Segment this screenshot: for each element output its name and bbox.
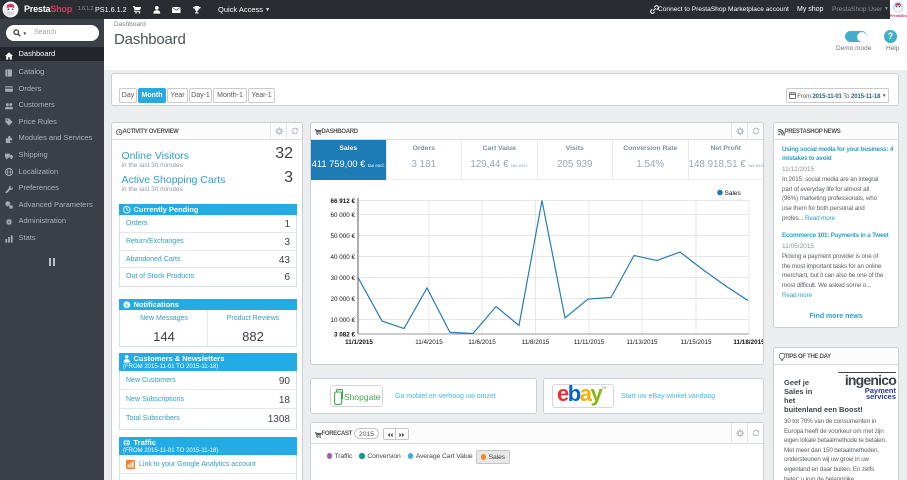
svg-text:50 000 €: 50 000 € [330, 233, 355, 240]
svg-text:11/1/2015: 11/1/2015 [345, 339, 373, 346]
svg-text:11/18/2015: 11/18/2015 [733, 339, 763, 346]
svg-text:30 000 €: 30 000 € [330, 275, 355, 282]
svg-text:11/4/2015: 11/4/2015 [415, 339, 443, 346]
svg-text:60 000 €: 60 000 € [330, 212, 355, 219]
svg-text:11/13/2015: 11/13/2015 [626, 339, 658, 346]
svg-text:11/8/2015: 11/8/2015 [522, 339, 550, 346]
svg-text:10 000 €: 10 000 € [330, 317, 355, 324]
svg-text:11/15/2015: 11/15/2015 [680, 339, 712, 346]
svg-text:11/11/2015: 11/11/2015 [574, 339, 605, 346]
svg-text:20 000 €: 20 000 € [330, 296, 355, 303]
svg-text:11/6/2015: 11/6/2015 [468, 339, 496, 346]
svg-text:Sales: Sales [725, 190, 742, 197]
svg-text:66 912 €: 66 912 € [330, 198, 355, 205]
svg-text:40 000 €: 40 000 € [330, 254, 355, 261]
svg-text:3 082 €: 3 082 € [334, 332, 356, 339]
